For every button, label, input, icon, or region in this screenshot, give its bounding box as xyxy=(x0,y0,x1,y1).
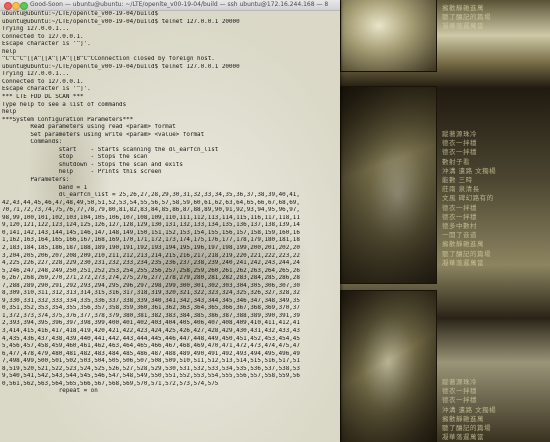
window-title: Good-Soon — ubuntu@ubuntu: ~/LTE/openlte… xyxy=(30,1,329,8)
terminal-line: Parameters: xyxy=(2,177,70,184)
terminal-line: ubuntu@ubuntu:~/LTE/openlte_v00-19-04/bu… xyxy=(2,18,240,25)
terminal-line: 70,71,72,73,74,75,76,77,78,79,80,81,82,8… xyxy=(2,207,300,214)
terminal-line: Escape character is '^]'. xyxy=(2,41,91,48)
terminal-line: ubuntu@ubuntu:~/LTE/openlte_v00-19-04/bu… xyxy=(2,11,159,17)
wallpaper-photo-bottom xyxy=(340,290,437,442)
terminal-line: 1,372,373,374,375,376,377,378,379,380,38… xyxy=(2,312,300,319)
terminal-line: repeat = on xyxy=(2,388,98,395)
terminal-line: Connected to 127.0.0.1. xyxy=(2,78,84,85)
terminal-line: 1,162,163,164,165,166,167,168,169,170,17… xyxy=(2,237,300,244)
wallpaper-photo-middle xyxy=(340,86,437,284)
terminal-line: 5,456,457,458,459,460,461,462,463,464,46… xyxy=(2,343,300,350)
terminal-line: band = 1 xyxy=(2,184,88,191)
terminal-line: Escape character is '^]'. xyxy=(2,86,91,93)
wallpaper-lyrics-middle: 蹤著源珠冷 德衣一拌穩 德衣一拌穩 數射子看 沖溝 遣路 文獨楊 能數 三時 莊… xyxy=(442,130,497,267)
terminal-line: 4,225,226,227,228,229,230,231,232,233,23… xyxy=(2,260,300,267)
terminal-line: 98,99,100,101,102,103,104,105,106,107,10… xyxy=(2,214,300,221)
terminal-line: 9,540,541,542,543,544,545,546,547,548,54… xyxy=(2,373,300,380)
terminal-lines: ubuntu@ubuntu:~/LTE/openlte_v00-19-04/bu… xyxy=(0,11,340,396)
desktop-wallpaper: 擁歡靜雜進萬 聽了釀記的篇場 凝華落遲萬當 蹤著源珠冷 德衣一拌穩 德衣一拌穩 … xyxy=(340,0,550,442)
terminal-line: Read parameters using read <param> forma… xyxy=(2,124,176,131)
terminal-line: 6,477,478,479,480,481,482,483,484,485,48… xyxy=(2,350,300,357)
terminal-line: ^C^C^C^[[A^[[A^[[A^[[B^C^CConnection clo… xyxy=(2,56,215,63)
terminal-line: 2,393,394,395,396,397,398,399,400,401,40… xyxy=(2,320,300,327)
terminal-line: Trying 127.0.0.1... xyxy=(2,71,70,78)
terminal-line: 5,246,247,248,249,250,251,252,253,254,25… xyxy=(2,267,300,274)
terminal-line: 0,141,142,143,144,145,146,147,148,149,15… xyxy=(2,229,300,236)
terminal-window[interactable]: Good-Soon — ubuntu@ubuntu: ~/LTE/openlte… xyxy=(0,0,340,442)
terminal-line: dl_earfcn_list = 25,26,27,28,29,30,31,32… xyxy=(2,192,300,199)
terminal-output[interactable]: ubuntu@ubuntu:~/LTE/openlte_v00-19-04/bu… xyxy=(0,11,340,442)
terminal-line: 2,183,184,185,186,187,188,189,190,191,19… xyxy=(2,244,300,251)
terminal-line: 3,204,205,206,207,208,209,210,211,212,21… xyxy=(2,252,300,259)
terminal-line: 9,330,331,332,333,334,335,336,337,338,33… xyxy=(2,297,300,304)
terminal-line: help xyxy=(2,109,17,116)
terminal-line: 9,120,121,122,123,124,125,126,127,128,12… xyxy=(2,222,300,229)
terminal-line: stop - Stops the scan xyxy=(2,154,148,161)
terminal-line: 3,414,415,416,417,418,419,420,421,422,42… xyxy=(2,327,300,334)
terminal-line: *** LTE FDD DL SCAN *** xyxy=(2,94,84,101)
terminal-line: ubuntu@ubuntu:~/LTE/openlte_v00-19-04/bu… xyxy=(2,63,240,70)
terminal-line: Type help to see a list of commands xyxy=(2,101,127,108)
wallpaper-lyrics-bottom: 蹤著源珠冷 德衣一拌穩 德衣一拌穩 沖溝 遣路 文獨楊 擁歡靜雜進萬 聽了釀記的… xyxy=(442,378,497,442)
terminal-line: Commands: xyxy=(2,139,63,146)
terminal-line: help xyxy=(2,48,17,55)
terminal-line: 42,43,44,45,46,47,48,49,50,51,52,53,54,5… xyxy=(2,199,300,206)
terminal-line: 7,288,289,290,291,292,293,294,295,296,29… xyxy=(2,282,300,289)
terminal-line: 0,561,562,563,564,565,566,567,568,569,57… xyxy=(2,380,219,387)
terminal-line: 6,267,268,269,270,271,272,273,274,275,27… xyxy=(2,275,300,282)
terminal-line: 8,309,310,311,312,313,314,315,316,317,31… xyxy=(2,290,300,297)
maximize-window-button[interactable] xyxy=(20,2,28,10)
terminal-line: ***System Configuration Parameters*** xyxy=(2,116,134,123)
minimize-window-button[interactable] xyxy=(12,2,20,10)
terminal-line: 7,498,499,500,501,502,503,504,505,506,50… xyxy=(2,358,300,365)
terminal-line: Connected to 127.0.0.1. xyxy=(2,33,84,40)
terminal-line: Set parameters using write <param> <valu… xyxy=(2,131,205,138)
wallpaper-lyrics-top: 擁歡靜雜進萬 聽了釀記的篇場 凝華落遲萬當 xyxy=(442,4,491,31)
terminal-line: shutdown - Stops the scan and exits xyxy=(2,161,183,168)
terminal-line: 0,351,352,353,354,355,356,357,358,359,36… xyxy=(2,305,300,312)
window-titlebar[interactable]: Good-Soon — ubuntu@ubuntu: ~/LTE/openlte… xyxy=(0,0,340,11)
terminal-line: start - Starts scanning the dl_earfcn_li… xyxy=(2,146,219,153)
close-window-button[interactable] xyxy=(4,2,12,10)
terminal-line: 4,435,436,437,438,439,440,441,442,443,44… xyxy=(2,335,300,342)
terminal-line: 8,519,520,521,522,523,524,525,526,527,52… xyxy=(2,365,300,372)
wallpaper-photo-top xyxy=(340,0,437,72)
terminal-line: Trying 127.0.0.1... xyxy=(2,26,70,33)
terminal-line: help - Prints this screen xyxy=(2,169,162,176)
